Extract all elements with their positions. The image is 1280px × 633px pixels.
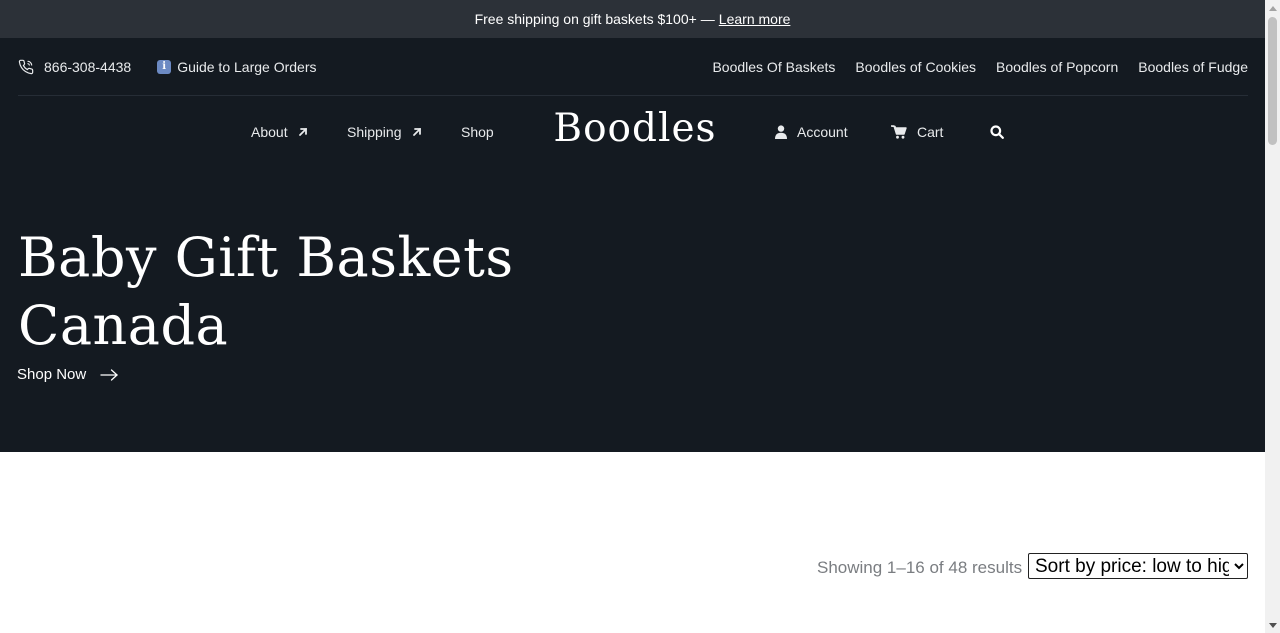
guide-label: Guide to Large Orders [177, 58, 317, 75]
nav-shop-label: Shop [461, 124, 494, 140]
learn-more-link[interactable]: Learn more [719, 11, 791, 27]
search-icon [990, 125, 1004, 139]
announcement-bar: Free shipping on gift baskets $100+ — Le… [0, 0, 1265, 38]
brand-links: Boodles Of Baskets Boodles of Cookies Bo… [712, 59, 1248, 75]
info-icon: i [157, 59, 172, 74]
announcement-separator: — [700, 11, 715, 27]
phone-link[interactable]: 866-308-4438 [18, 59, 131, 75]
nav-shipping[interactable]: Shipping [347, 96, 422, 168]
nav-shipping-label: Shipping [347, 124, 402, 140]
nav-cart-label: Cart [917, 124, 944, 140]
brand-link-cookies[interactable]: Boodles of Cookies [855, 59, 976, 75]
scroll-up-icon[interactable] [1265, 0, 1280, 15]
sort-select[interactable]: Sort by price: low to high [1028, 553, 1248, 579]
boodles-logo[interactable]: Boodles [552, 104, 718, 152]
brand-link-popcorn[interactable]: Boodles of Popcorn [996, 59, 1118, 75]
arrow-up-right-icon [412, 128, 421, 136]
nav-about[interactable]: About [251, 96, 308, 168]
scroll-down-icon[interactable] [1265, 618, 1280, 633]
user-icon [775, 125, 787, 139]
nav-account[interactable]: Account [775, 96, 848, 168]
arrow-up-right-icon [298, 128, 307, 136]
utility-left: 866-308-4438 i Guide to Large Orders [18, 59, 316, 75]
shop-now-link[interactable]: Shop Now [17, 366, 119, 383]
scrollbar[interactable] [1265, 0, 1280, 633]
brand-link-fudge[interactable]: Boodles of Fudge [1138, 59, 1248, 75]
nav-cart[interactable]: Cart [891, 96, 943, 168]
arrow-right-icon [100, 368, 119, 381]
hero-title-line2: Canada [18, 294, 229, 357]
phone-number: 866-308-4438 [44, 58, 132, 75]
cart-icon [891, 125, 907, 139]
nav-shop[interactable]: Shop [461, 96, 494, 168]
nav-about-label: About [251, 124, 288, 140]
hero-title-line1: Baby Gift Baskets [18, 226, 514, 289]
results-count: Showing 1–16 of 48 results [817, 558, 1023, 577]
guide-large-orders-link[interactable]: i Guide to Large Orders [157, 59, 316, 75]
utility-bar: 866-308-4438 i Guide to Large Orders Boo… [18, 38, 1248, 96]
brand-link-baskets[interactable]: Boodles Of Baskets [712, 59, 835, 75]
nav-account-label: Account [797, 124, 848, 140]
hero-title: Baby Gift Baskets Canada [18, 224, 518, 360]
scroll-thumb[interactable] [1268, 17, 1277, 145]
header-hero: 866-308-4438 i Guide to Large Orders Boo… [0, 38, 1265, 452]
announcement-text: Free shipping on gift baskets $100+ [474, 11, 697, 27]
phone-icon [18, 59, 34, 74]
main-nav: About Shipping Shop Boodles Account Cart [0, 96, 1265, 168]
search-button[interactable] [990, 96, 1004, 168]
shop-now-label: Shop Now [17, 366, 87, 383]
